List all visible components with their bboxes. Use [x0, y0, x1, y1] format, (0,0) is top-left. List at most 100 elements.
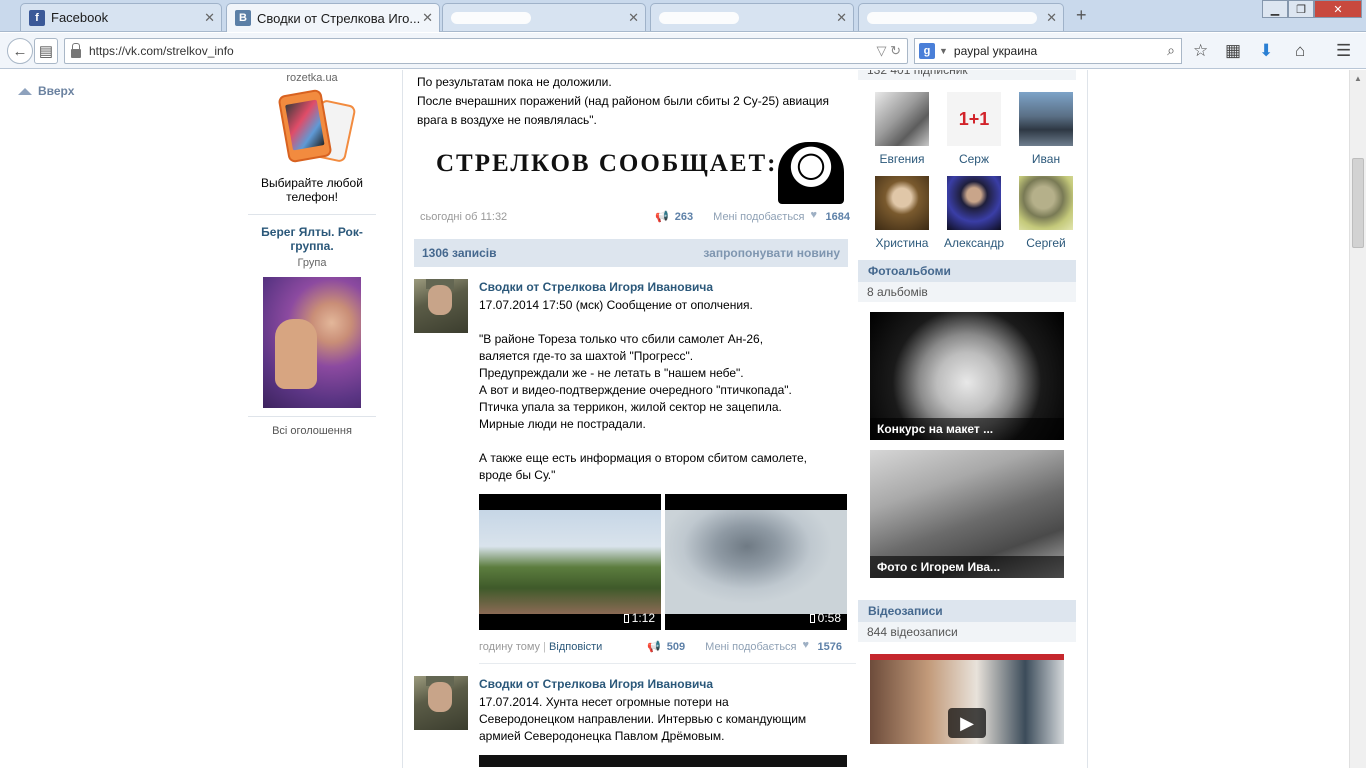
navigation-bar: ← ▤ https://vk.com/strelkov_info ▽ ↻ g ▼…: [0, 33, 1366, 69]
like-label[interactable]: Мені подобається: [705, 641, 796, 653]
like-label[interactable]: Мені подобається: [713, 211, 804, 223]
new-tab-plus-icon[interactable]: +: [1076, 5, 1087, 26]
scrollbar-thumb[interactable]: [1352, 158, 1364, 248]
close-icon[interactable]: ✕: [1046, 10, 1057, 26]
search-icon[interactable]: ⌕: [1167, 42, 1175, 59]
ad-domain[interactable]: rozetka.ua: [248, 72, 376, 84]
photo-album[interactable]: Фото с Игорем Ива...: [870, 450, 1064, 578]
heart-icon[interactable]: [811, 209, 820, 221]
column-divider: [402, 70, 403, 768]
heart-icon[interactable]: [803, 639, 812, 651]
videos-count[interactable]: 844 відеозаписи: [858, 622, 1076, 642]
avatar[interactable]: [875, 92, 929, 146]
download-icon[interactable]: ⬇: [1259, 41, 1273, 61]
wall-post: Сводки от Стрелкова Игоря Ивановича 17.0…: [414, 279, 848, 653]
subscriber-card[interactable]: Александр: [938, 176, 1010, 250]
subscriber-card[interactable]: Христина: [866, 176, 938, 250]
tab-title: Сводки от Стрелкова Иго...: [257, 10, 421, 26]
repost-icon[interactable]: 📢: [647, 640, 661, 653]
subscriber-card[interactable]: Иван: [1010, 92, 1082, 166]
subscriber-name[interactable]: Иван: [1010, 152, 1082, 166]
tab-hidden-2[interactable]: ✕: [650, 3, 854, 31]
url-bar[interactable]: https://vk.com/strelkov_info ▽ ↻: [64, 38, 908, 64]
page-scrollbar[interactable]: ▲: [1349, 70, 1366, 768]
like-count[interactable]: 1576: [818, 641, 842, 653]
tab-vk[interactable]: B Сводки от Стрелкова Иго... ✕: [226, 3, 440, 32]
ad-text[interactable]: Выбирайте любой телефон!: [248, 176, 376, 204]
post-count[interactable]: 1306 записів: [422, 246, 497, 260]
library-icon[interactable]: ▤: [34, 38, 58, 64]
repost-icon[interactable]: 📢: [655, 210, 669, 223]
reload-icon[interactable]: ▽ ↻: [876, 43, 901, 59]
window-close-icon[interactable]: ✕: [1314, 0, 1362, 18]
video-thumbnail[interactable]: 0:58: [665, 494, 847, 630]
close-icon[interactable]: ✕: [628, 10, 639, 26]
ad-group-image[interactable]: [263, 277, 361, 408]
post-author[interactable]: Сводки от Стрелкова Игоря Ивановича: [479, 279, 848, 295]
photo-albums-header[interactable]: Фотоальбоми: [858, 260, 1076, 282]
avatar[interactable]: [875, 176, 929, 230]
post-time[interactable]: годину тому: [479, 641, 540, 653]
subscriber-card[interactable]: 1+1 Серж: [938, 92, 1010, 166]
members-count[interactable]: 132 401 підписник: [858, 70, 1076, 80]
avatar[interactable]: [947, 176, 1001, 230]
tab-strip: f Facebook ✕ B Сводки от Стрелкова Иго..…: [0, 0, 1366, 32]
subscriber-name[interactable]: Христина: [866, 236, 938, 250]
scroll-up-icon[interactable]: ▲: [1354, 74, 1362, 83]
albums-count[interactable]: 8 альбомів: [858, 282, 1076, 302]
like-count[interactable]: 1684: [826, 211, 850, 223]
strelkov-reports-banner[interactable]: СТРЕЛКОВ СООБЩАЕТ:: [418, 142, 848, 204]
chevron-down-icon[interactable]: ▼: [939, 46, 948, 56]
tab-hidden-1[interactable]: ✕: [442, 3, 646, 31]
avatar[interactable]: [414, 279, 468, 333]
repost-count[interactable]: 263: [675, 211, 693, 223]
subscriber-name[interactable]: Евгения: [866, 152, 938, 166]
close-icon[interactable]: ✕: [836, 10, 847, 26]
wall-header: 1306 записів запропонувати новину: [414, 239, 848, 267]
video-thumbnail[interactable]: [479, 755, 847, 767]
tab-hidden-3[interactable]: ✕: [858, 3, 1064, 31]
avatar[interactable]: [1019, 92, 1073, 146]
home-icon[interactable]: ⌂: [1295, 41, 1305, 61]
channel-logo[interactable]: 1+1: [947, 92, 1001, 146]
post-text-line: валяется где-то за шахтой "Прогресс".: [479, 349, 694, 363]
subscriber-name[interactable]: Серж: [938, 152, 1010, 166]
star-icon[interactable]: ☆: [1193, 41, 1208, 61]
reading-list-icon[interactable]: ▦: [1225, 41, 1241, 61]
back-arrow-icon[interactable]: ←: [7, 38, 33, 64]
suggest-news-link[interactable]: запропонувати новину: [703, 246, 840, 260]
right-sidebar: 132 401 підписник Евгения 1+1 Серж Иван …: [858, 70, 1076, 744]
subscriber-card[interactable]: Сергей: [1010, 176, 1082, 250]
search-input[interactable]: g ▼ paypal украина ⌕: [914, 38, 1182, 64]
reply-link[interactable]: Відповісти: [549, 641, 602, 653]
close-icon[interactable]: ✕: [422, 10, 433, 26]
menu-icon[interactable]: ☰: [1336, 41, 1351, 61]
all-ads-link[interactable]: Всі оголошення: [248, 425, 376, 437]
subscriber-name[interactable]: Сергей: [1010, 236, 1082, 250]
post-time[interactable]: сьогодні об 11:32: [420, 211, 507, 223]
avatar[interactable]: [414, 676, 468, 730]
subscriber-name[interactable]: Александр: [938, 236, 1010, 250]
post-text-line: По результатам пока не доложили.: [417, 75, 612, 89]
video-thumbnail[interactable]: ▶: [870, 654, 1064, 744]
search-value: paypal украина: [953, 44, 1038, 58]
tab-facebook[interactable]: f Facebook ✕: [20, 3, 222, 31]
post-author[interactable]: Сводки от Стрелкова Игоря Ивановича: [479, 676, 848, 692]
minimize-icon[interactable]: ▁: [1262, 0, 1288, 18]
avatar[interactable]: [1019, 176, 1073, 230]
repost-count[interactable]: 509: [667, 641, 685, 653]
close-icon[interactable]: ✕: [204, 10, 215, 26]
ad-group-title[interactable]: Берег Ялты. Рок-группа.: [248, 225, 376, 253]
videos-header[interactable]: Відеозаписи: [858, 600, 1076, 622]
photo-album[interactable]: Конкурс на макет ...: [870, 312, 1064, 440]
play-icon[interactable]: ▶: [948, 708, 986, 738]
back-to-top-link[interactable]: Вверх: [18, 84, 74, 98]
post-text-line: вроде бы Су.": [479, 468, 556, 482]
tab-title: Facebook: [51, 10, 109, 25]
video-thumbnail[interactable]: 1:12: [479, 494, 661, 630]
post-text-line: армией Северодонецка Павлом Дрёмовым.: [479, 729, 725, 743]
maximize-icon[interactable]: ❐: [1288, 0, 1314, 18]
phone-ad-image[interactable]: [269, 88, 357, 164]
subscriber-card[interactable]: Евгения: [866, 92, 938, 166]
